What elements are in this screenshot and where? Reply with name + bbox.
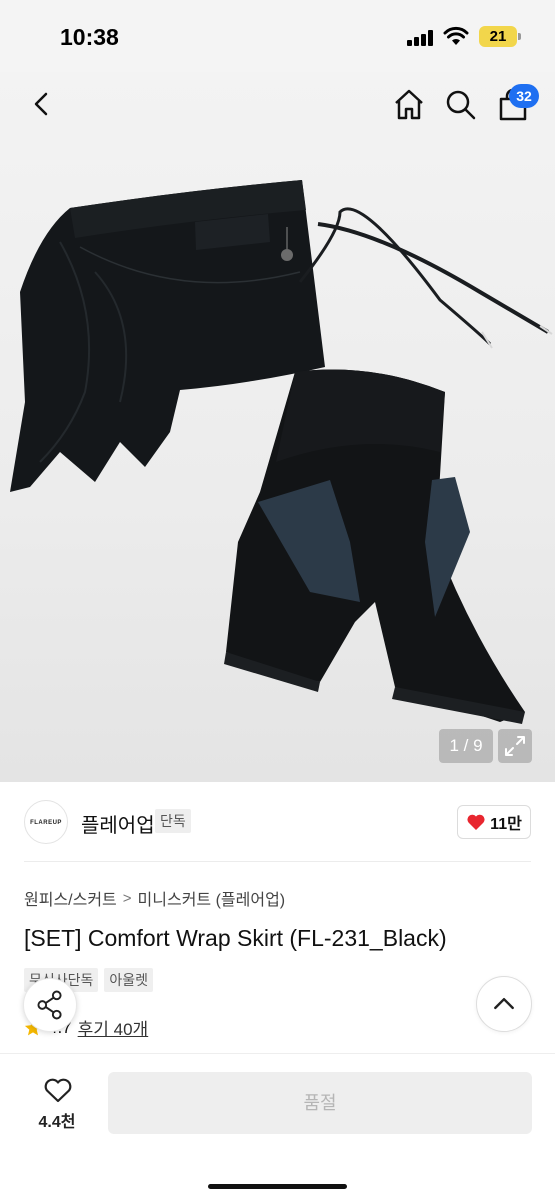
scroll-to-top-button[interactable] <box>476 976 532 1032</box>
cart-count-badge: 32 <box>509 84 539 108</box>
product-image-gallery[interactable] <box>0 72 555 782</box>
share-button[interactable] <box>23 978 77 1032</box>
battery-cap <box>518 33 521 40</box>
battery-icon: 21 <box>479 26 517 47</box>
shorts-illustration <box>224 369 525 724</box>
wifi-icon <box>443 26 469 45</box>
image-counter: 1 / 9 <box>439 729 493 763</box>
brand-like-count: 11만 <box>490 816 522 833</box>
sold-out-button[interactable]: 품절 <box>108 1072 532 1134</box>
status-time: 10:38 <box>60 24 119 50</box>
signal-icon <box>407 30 433 46</box>
brand-like-button[interactable]: 11만 <box>457 805 531 839</box>
expand-icon[interactable] <box>498 729 532 763</box>
brand-logo[interactable]: FLAREUP <box>24 800 68 844</box>
tag-outlet: 아울렛 <box>104 968 154 992</box>
home-icon[interactable] <box>393 88 425 122</box>
breadcrumb-subcategory[interactable]: 미니스커트 (플레어업) <box>138 886 286 910</box>
product-title: [SET] Comfort Wrap Skirt (FL-231_Black) <box>24 925 447 951</box>
product-image[interactable] <box>0 72 555 782</box>
brand-name[interactable]: 플레어업 <box>81 809 155 838</box>
breadcrumb-category[interactable]: 원피스/스커트 <box>24 886 117 910</box>
back-button[interactable] <box>28 88 56 120</box>
brand-exclusive-tag: 단독 <box>155 809 191 833</box>
status-bar: 10:38 21 <box>0 0 555 72</box>
home-indicator <box>208 1184 347 1189</box>
search-icon[interactable] <box>445 88 477 122</box>
breadcrumb: 원피스/스커트 > 미니스커트 (플레어업) <box>24 886 285 910</box>
heart-filled-icon <box>467 814 485 830</box>
divider <box>24 861 531 862</box>
chevron-right-icon: > <box>122 889 132 907</box>
review-count-link[interactable]: 후기 40개 <box>78 1015 149 1040</box>
wishlist-count: 4.4천 <box>38 1114 76 1131</box>
